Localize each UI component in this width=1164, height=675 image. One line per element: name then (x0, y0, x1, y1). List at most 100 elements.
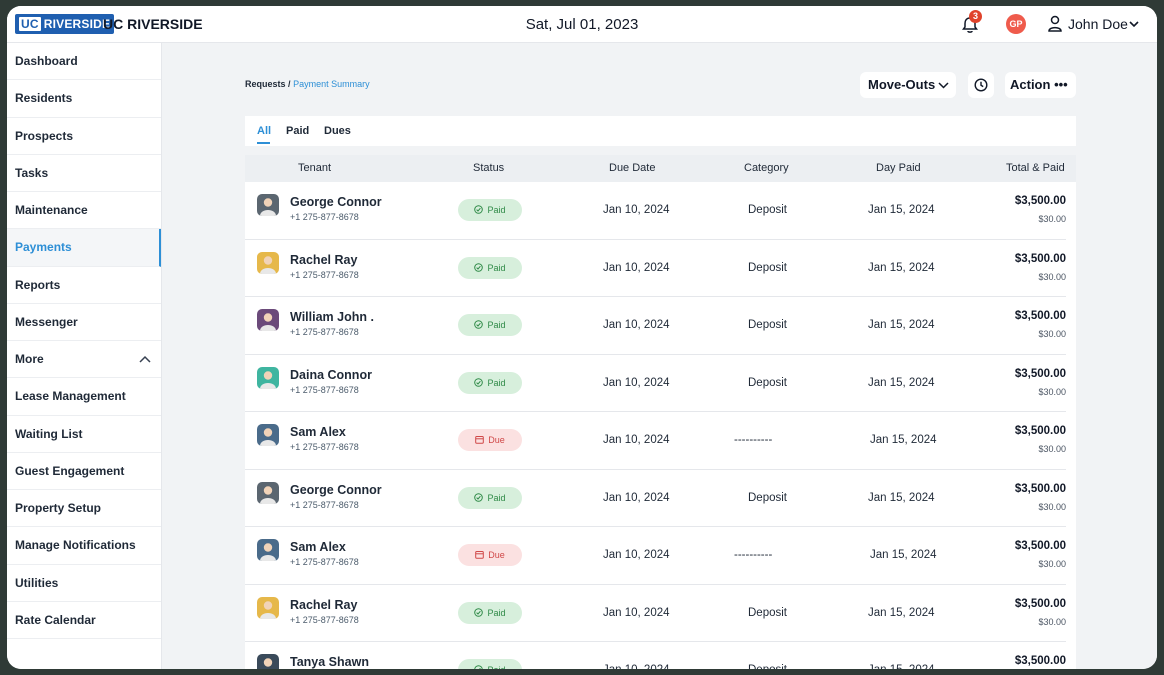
tenant-name[interactable]: Rachel Ray (290, 598, 357, 612)
sidebar-item-tasks[interactable]: Tasks (7, 155, 161, 192)
sidebar-item-dashboard[interactable]: Dashboard (7, 43, 161, 81)
sidebar-item-utilities[interactable]: Utilities (7, 565, 161, 602)
status-label: Paid (487, 320, 506, 330)
check-circle-icon (474, 665, 484, 669)
day-paid: Jan 15, 2024 (870, 549, 937, 561)
sidebar-item-lease-management[interactable]: Lease Management (7, 378, 161, 416)
table-row[interactable]: George Connor +1 275-877-8678 Paid Jan 10, … (245, 182, 1066, 240)
tab-paid[interactable]: Paid (286, 125, 309, 137)
total-amount: $3,500.00 (1014, 482, 1066, 495)
breadcrumb-parent[interactable]: Requests (245, 79, 286, 89)
tab-all[interactable]: All (257, 125, 271, 137)
column-header-day-paid[interactable]: Day Paid (876, 162, 921, 174)
total-amount: $3,500.00 (1014, 655, 1066, 667)
status-label: Paid (487, 665, 505, 669)
table-body: George Connor +1 275-877-8678 Paid Jan 10, … (245, 182, 1076, 669)
category: Deposit (748, 204, 787, 216)
check-circle-icon (474, 320, 484, 329)
day-paid: Jan 15, 2024 (868, 606, 935, 619)
active-tab-indicator (257, 142, 270, 144)
sidebar-item-manage-notifications[interactable]: Manage Notifications (7, 527, 161, 565)
sidebar: Dashboard Residents Prospects Tasks Main… (7, 43, 162, 669)
sidebar-item-reports[interactable]: Reports (7, 267, 161, 304)
tenant-phone: +1 275-877-8678 (290, 269, 359, 280)
breadcrumb-separator: / (288, 79, 291, 89)
filter-tabs: All Paid Dues (245, 116, 1076, 146)
status-badge: Paid (458, 199, 522, 221)
table-row[interactable]: Rachel Ray +1 275-877-8678 Paid Jan 10, 202… (245, 240, 1066, 297)
status-badge: Due (458, 544, 522, 566)
paid-amount: $30.00 (1038, 386, 1066, 397)
sidebar-item-guest-engagement[interactable]: Guest Engagement (7, 453, 161, 490)
tenant-name[interactable]: Rachel Ray (290, 253, 357, 267)
move-outs-dropdown[interactable]: Move-Outs (860, 72, 956, 98)
column-header-tenant[interactable]: Tenant (298, 162, 331, 174)
category: Deposit (748, 261, 787, 274)
chevron-up-icon[interactable] (139, 354, 151, 364)
tenant-name[interactable]: George Connor (290, 483, 382, 497)
avatar[interactable]: GP (1006, 14, 1026, 34)
column-header-category[interactable]: Category (744, 162, 789, 174)
tenant-name[interactable]: Sam Alex (290, 540, 346, 554)
tenant-phone: +1 275-877-8678 (290, 327, 359, 337)
column-header-due-date[interactable]: Due Date (609, 162, 655, 174)
sidebar-item-rate-calendar[interactable]: Rate Calendar (7, 602, 161, 639)
check-circle-icon (474, 262, 484, 272)
clock-icon (974, 78, 988, 92)
payments-table: Tenant Status Due Date Category Day Paid… (245, 155, 1076, 669)
tenant-avatar (257, 366, 279, 389)
tenant-name[interactable]: Sam Alex (290, 425, 346, 439)
action-button[interactable]: Action ••• (1005, 72, 1076, 98)
calendar-icon (475, 551, 485, 559)
history-button[interactable] (968, 72, 994, 98)
category: ---------- (734, 549, 773, 561)
status-label: Paid (487, 492, 506, 503)
total-amount: $3,500.00 (1014, 540, 1066, 552)
tenant-avatar (257, 481, 279, 504)
sidebar-item-prospects[interactable]: Prospects (7, 118, 161, 155)
tenant-name[interactable]: Tanya Shawn (290, 655, 369, 669)
table-row[interactable]: Sam Alex +1 275-877-8678 Due Jan 10, 2024 --… (245, 527, 1066, 585)
sidebar-item-residents[interactable]: Residents (7, 80, 161, 118)
column-header-total-paid[interactable]: Total & Paid (1006, 162, 1065, 174)
table-row[interactable]: Sam Alex +1 275-877-8678 Due Jan 10, 2024 --… (245, 412, 1066, 470)
status-badge: Paid (458, 314, 522, 336)
sidebar-item-more[interactable]: More (7, 341, 161, 379)
tenant-avatar (257, 654, 279, 669)
tenant-avatar (257, 539, 279, 561)
category: Deposit (748, 664, 787, 669)
table-row[interactable]: Daina Connor +1 275-877-8678 Paid Jan 10, 2… (245, 355, 1066, 412)
tab-dues[interactable]: Dues (324, 125, 351, 137)
tenant-name[interactable]: Daina Connor (290, 368, 372, 382)
paid-amount: $30.00 (1038, 559, 1066, 569)
user-name[interactable]: John Doe (1068, 16, 1128, 32)
sidebar-item-waiting-list[interactable]: Waiting List (7, 416, 161, 453)
tenant-phone: +1 275-877-8678 (290, 614, 359, 625)
tenant-phone: +1 275-877-8678 (290, 212, 359, 222)
tenant-name[interactable]: William John . (290, 310, 374, 324)
sidebar-item-property-setup[interactable]: Property Setup (7, 490, 161, 528)
status-label: Due (488, 435, 505, 445)
column-header-status[interactable]: Status (473, 162, 504, 174)
table-row[interactable]: George Connor +1 275-877-8678 Paid Jan 10, … (245, 470, 1066, 527)
due-date: Jan 10, 2024 (603, 606, 670, 619)
table-row[interactable]: William John . +1 275-877-8678 Paid Jan 10,… (245, 297, 1066, 355)
tenant-name[interactable]: George Connor (290, 195, 382, 209)
table-row[interactable]: Rachel Ray +1 275-877-8678 Paid Jan 10, 202… (245, 585, 1066, 642)
category: Deposit (748, 319, 787, 331)
due-date: Jan 10, 2024 (603, 491, 670, 504)
tenant-avatar (257, 424, 279, 446)
due-date: Jan 10, 2024 (603, 319, 670, 331)
sidebar-item-payments[interactable]: Payments (7, 229, 161, 267)
move-outs-label: Move-Outs (868, 77, 936, 92)
chevron-down-icon[interactable] (1128, 18, 1140, 30)
due-date: Jan 10, 2024 (603, 204, 670, 216)
sidebar-item-maintenance[interactable]: Maintenance (7, 192, 161, 230)
check-circle-icon (474, 492, 484, 502)
table-row[interactable]: Tanya Shawn+1 275-877-8678PaidJan 10, 20… (245, 642, 1066, 669)
status-label: Paid (487, 607, 506, 618)
paid-amount: $30.00 (1038, 271, 1066, 282)
status-badge: Paid (458, 486, 522, 509)
tenant-phone: +1 275-877-8678 (290, 384, 359, 395)
sidebar-item-messenger[interactable]: Messenger (7, 304, 161, 341)
